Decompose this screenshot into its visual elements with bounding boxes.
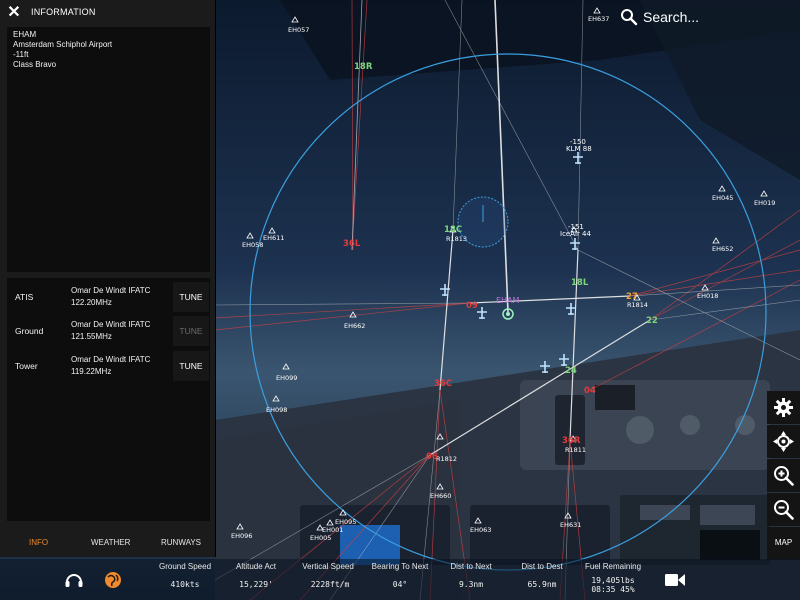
frequency-value: 119.22MHz bbox=[71, 367, 112, 376]
runway-label: 09 bbox=[466, 301, 478, 311]
waypoint-label: EH063 bbox=[470, 526, 491, 534]
runway-label: 18L bbox=[571, 278, 589, 288]
stat-value-vertical-speed: 2228ft/m bbox=[310, 580, 350, 589]
runway-label: 04 bbox=[584, 386, 596, 396]
panel-tabs: INFO WEATHER RUNWAYS bbox=[0, 532, 215, 554]
information-panel: ✕ INFORMATION EHAM Amsterdam Schiphol Ai… bbox=[0, 0, 216, 557]
waypoint-label: EH660 bbox=[430, 492, 451, 500]
frequency-type: Ground bbox=[15, 326, 44, 336]
globe-icon[interactable] bbox=[104, 571, 122, 589]
airport-label: EHAM bbox=[496, 296, 520, 305]
waypoint-label: EH098 bbox=[266, 406, 287, 414]
crosshair-icon bbox=[773, 431, 794, 452]
waypoint-label: EH058 bbox=[242, 241, 263, 249]
stat-label-dist-next: Dist to Next bbox=[450, 562, 492, 571]
frequency-type: ATIS bbox=[15, 292, 34, 302]
frequency-type: Tower bbox=[15, 361, 38, 371]
frequency-value: 121.55MHz bbox=[71, 332, 112, 341]
map-button-label: MAP bbox=[774, 538, 793, 547]
settings-button[interactable] bbox=[767, 391, 800, 424]
stat-value-fuel: 19,405lbs bbox=[591, 576, 635, 585]
tune-button-atis[interactable]: TUNE bbox=[173, 282, 209, 312]
frequency-controller: Omar De Windt IFATC bbox=[71, 355, 151, 364]
runway-label: 24 bbox=[565, 366, 577, 376]
radial-label: R1812 bbox=[436, 455, 457, 463]
bottom-status-bar: Ground Speed 410kts Altitude Act 15,229'… bbox=[0, 559, 800, 600]
frequency-row-tower: Tower Omar De Windt IFATC 119.22MHz TUNE bbox=[7, 347, 210, 383]
radial-label: R1813 bbox=[446, 235, 467, 243]
zoom-out-button[interactable] bbox=[767, 493, 800, 526]
tab-weather[interactable]: WEATHER bbox=[91, 538, 130, 547]
panel-header: ✕ INFORMATION bbox=[0, 0, 215, 27]
stat-value-ground-speed: 410kts bbox=[170, 580, 200, 589]
stat-value-dist-next: 9.3nm bbox=[458, 580, 484, 589]
airport-elevation: -11ft bbox=[13, 50, 29, 59]
runway-label: 06 bbox=[426, 452, 438, 462]
stat-value-fuel-time: 08:35 45% bbox=[591, 585, 635, 594]
waypoint-label: EH652 bbox=[712, 245, 733, 253]
center-button[interactable] bbox=[767, 425, 800, 458]
waypoint-label: EH099 bbox=[276, 374, 297, 382]
frequency-controller: Omar De Windt IFATC bbox=[71, 320, 151, 329]
frequency-row-atis: ATIS Omar De Windt IFATC 122.20MHz TUNE bbox=[7, 278, 210, 314]
runway-label: 22 bbox=[646, 316, 658, 326]
waypoint-label: EH001 bbox=[322, 526, 343, 534]
waypoint-label: EH019 bbox=[754, 199, 775, 207]
stat-value-dist-dest: 65.9nm bbox=[527, 580, 557, 589]
radial-label: R1811 bbox=[565, 446, 586, 454]
zoom-in-button[interactable] bbox=[767, 459, 800, 492]
runway-label: 27 bbox=[626, 292, 638, 302]
tune-button-ground[interactable]: TUNE bbox=[173, 316, 209, 346]
search-label: Search... bbox=[643, 9, 700, 25]
stat-label-vertical-speed: Vertical Speed bbox=[302, 562, 354, 571]
waypoint-label: EH005 bbox=[310, 534, 331, 542]
stat-label-dist-dest: Dist to Dest bbox=[521, 562, 563, 571]
airport-name: Amsterdam Schiphol Airport bbox=[13, 40, 113, 49]
camera-icon[interactable] bbox=[665, 573, 685, 587]
stat-label-bearing: Bearing To Next bbox=[371, 562, 429, 571]
search-icon bbox=[621, 9, 638, 26]
tab-runways[interactable]: RUNWAYS bbox=[161, 538, 201, 547]
panel-title: INFORMATION bbox=[31, 7, 96, 17]
waypoint-label: EH045 bbox=[712, 194, 733, 202]
zoom-out-icon bbox=[774, 500, 794, 520]
runway-label: 18C bbox=[444, 225, 462, 235]
waypoint-label: EH057 bbox=[288, 26, 309, 34]
frequency-controller: Omar De Windt IFATC bbox=[71, 286, 151, 295]
map-button[interactable]: MAP bbox=[767, 527, 800, 560]
waypoint-label: EH631 bbox=[560, 521, 581, 529]
runway-label: 36L bbox=[343, 239, 361, 249]
stat-label-fuel: Fuel Remaining bbox=[584, 562, 642, 571]
airport-icao: EHAM bbox=[13, 30, 37, 39]
runway-label: 18R bbox=[354, 62, 373, 72]
stat-label-ground-speed: Ground Speed bbox=[158, 562, 212, 571]
frequency-value: 122.20MHz bbox=[71, 298, 112, 307]
headset-icon[interactable] bbox=[64, 571, 84, 589]
runway-label: 36R bbox=[562, 436, 581, 446]
waypoint-label: EH637 bbox=[588, 15, 609, 23]
search-button[interactable]: Search... bbox=[620, 6, 740, 28]
runway-label: 36C bbox=[434, 379, 452, 389]
frequency-list: ATIS Omar De Windt IFATC 122.20MHz TUNE … bbox=[7, 278, 210, 521]
waypoint-label: EH662 bbox=[344, 322, 365, 330]
tune-button-tower[interactable]: TUNE bbox=[173, 351, 209, 381]
waypoint-label: EH018 bbox=[697, 292, 718, 300]
waypoint-label: EH095 bbox=[335, 518, 356, 526]
frequency-row-ground: Ground Omar De Windt IFATC 121.55MHz TUN… bbox=[7, 312, 210, 348]
stat-value-bearing: 04° bbox=[392, 580, 408, 589]
airport-details: EHAM Amsterdam Schiphol Airport -11ft Cl… bbox=[7, 27, 210, 272]
waypoint-label: EH611 bbox=[263, 234, 284, 242]
close-icon[interactable]: ✕ bbox=[6, 4, 22, 22]
radial-label: R1814 bbox=[627, 301, 648, 309]
airport-class: Class Bravo bbox=[13, 60, 57, 69]
stat-label-altitude: Altitude Act bbox=[235, 562, 277, 571]
traffic-callsign: KLM 88 bbox=[566, 145, 592, 153]
stat-value-altitude: 15,229' bbox=[239, 580, 273, 589]
gear-icon bbox=[774, 398, 793, 417]
tab-info[interactable]: INFO bbox=[29, 538, 48, 547]
zoom-in-icon bbox=[774, 466, 794, 486]
waypoint-label: EH096 bbox=[231, 532, 252, 540]
traffic-callsign: IceAir 44 bbox=[560, 230, 592, 238]
